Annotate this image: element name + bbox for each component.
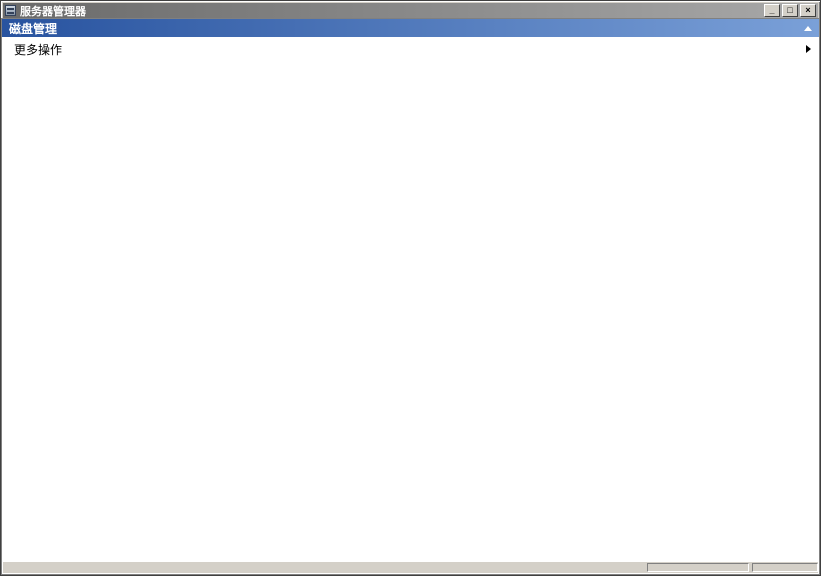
status-bar-section (752, 563, 818, 572)
title-bar[interactable]: 服务器管理器 _ □ × (3, 3, 818, 18)
restore-button[interactable]: □ (782, 4, 798, 17)
server-manager-window: 服务器管理器 _ □ × 文件(F) 操作(A) 查看(V) 帮助(H) (0, 0, 821, 576)
actions-panel-body: 磁盘管理 更多操作 (1, 18, 820, 575)
actions-panel: 操作 磁盘管理 更多操作 (1, 1, 201, 504)
app-icon (5, 5, 16, 16)
window-title: 服务器管理器 (20, 3, 762, 19)
status-bar-section (647, 563, 749, 572)
more-actions-item[interactable]: 更多操作 (2, 37, 819, 61)
collapse-section-icon[interactable] (804, 26, 812, 31)
submenu-arrow-icon (806, 45, 811, 53)
close-button[interactable]: × (800, 4, 816, 17)
status-bar (3, 561, 818, 573)
minimize-button[interactable]: _ (764, 4, 780, 17)
actions-section-disk-management[interactable]: 磁盘管理 (2, 19, 819, 37)
